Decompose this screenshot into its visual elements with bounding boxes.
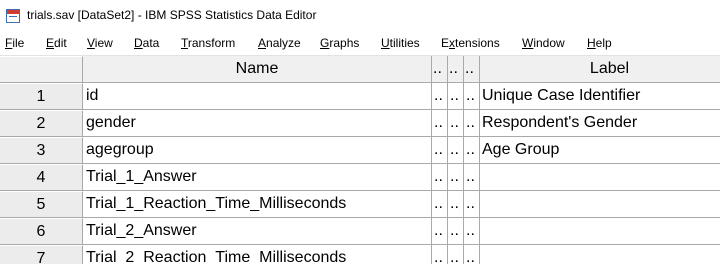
menu-file[interactable]: File bbox=[5, 35, 24, 51]
variable-attribute-cell[interactable]: .. bbox=[464, 137, 480, 164]
menu-view[interactable]: View bbox=[87, 35, 113, 51]
variable-view-grid: Name...... Label 1 id...... Unique Case Iden… bbox=[0, 56, 720, 264]
column-header-truncated[interactable]: .. bbox=[448, 56, 464, 83]
menu-extensions[interactable]: Extensions bbox=[441, 35, 500, 51]
variable-name-cell[interactable]: Trial_2_Answer bbox=[83, 218, 432, 245]
variable-name-cell[interactable]: id bbox=[83, 83, 432, 110]
variable-label-cell[interactable]: Age Group bbox=[480, 137, 720, 164]
variable-attribute-cell[interactable]: .. bbox=[464, 110, 480, 137]
menu-analyze[interactable]: Analyze bbox=[258, 35, 301, 51]
variable-attribute-cell[interactable]: .. bbox=[464, 164, 480, 191]
variable-attribute-cell[interactable]: .. bbox=[464, 83, 480, 110]
spss-data-file-icon bbox=[6, 9, 20, 23]
menu-data[interactable]: Data bbox=[134, 35, 159, 51]
menu-edit[interactable]: Edit bbox=[46, 35, 67, 51]
variable-row: 2 gender...... Respondent's Gender bbox=[0, 110, 720, 137]
variable-label-cell[interactable] bbox=[480, 164, 720, 191]
menu-window[interactable]: Window bbox=[522, 35, 565, 51]
variable-attribute-cell[interactable]: .. bbox=[432, 110, 448, 137]
variable-name-cell[interactable]: agegroup bbox=[83, 137, 432, 164]
row-number-header[interactable]: 5 bbox=[0, 191, 83, 218]
variable-attribute-cell[interactable]: .. bbox=[432, 218, 448, 245]
variable-attribute-cell[interactable]: .. bbox=[432, 245, 448, 264]
variable-attribute-cell[interactable]: .. bbox=[448, 164, 464, 191]
variable-row: 7 Trial_2_Reaction_Time_Milliseconds.....… bbox=[0, 245, 720, 264]
variable-label-cell[interactable] bbox=[480, 245, 720, 264]
menu-help[interactable]: Help bbox=[587, 35, 612, 51]
row-number-header[interactable]: 4 bbox=[0, 164, 83, 191]
title-bar: trials.sav [DataSet2] - IBM SPSS Statist… bbox=[0, 0, 720, 32]
variable-attribute-cell[interactable]: .. bbox=[464, 191, 480, 218]
menu-bar: File Edit View Data Transform Analyze Graphs Ut… bbox=[0, 33, 720, 56]
variable-row: 5 Trial_1_Reaction_Time_Milliseconds.....… bbox=[0, 191, 720, 218]
variable-label-cell[interactable] bbox=[480, 218, 720, 245]
variable-attribute-cell[interactable]: .. bbox=[432, 83, 448, 110]
variable-attribute-cell[interactable]: .. bbox=[432, 137, 448, 164]
column-header-label[interactable]: Label bbox=[480, 56, 720, 83]
variable-label-cell[interactable] bbox=[480, 191, 720, 218]
variable-attribute-cell[interactable]: .. bbox=[448, 245, 464, 264]
variable-attribute-cell[interactable]: .. bbox=[448, 110, 464, 137]
row-number-header[interactable]: 2 bbox=[0, 110, 83, 137]
variable-attribute-cell[interactable]: .. bbox=[432, 191, 448, 218]
column-header-name[interactable]: Name bbox=[83, 56, 432, 83]
row-number-header[interactable]: 3 bbox=[0, 137, 83, 164]
variable-attribute-cell[interactable]: .. bbox=[448, 191, 464, 218]
variable-attribute-cell[interactable]: .. bbox=[448, 137, 464, 164]
variable-label-cell[interactable]: Respondent's Gender bbox=[480, 110, 720, 137]
row-number-header[interactable]: 1 bbox=[0, 83, 83, 110]
variable-name-cell[interactable]: gender bbox=[83, 110, 432, 137]
variable-row: 1 id...... Unique Case Identifier bbox=[0, 83, 720, 110]
variable-attribute-cell[interactable]: .. bbox=[432, 164, 448, 191]
row-number-header[interactable]: 7 bbox=[0, 245, 83, 264]
variable-attribute-cell[interactable]: .. bbox=[464, 218, 480, 245]
menu-transform[interactable]: Transform bbox=[181, 35, 235, 51]
variable-attribute-cell[interactable]: .. bbox=[448, 83, 464, 110]
grid-corner[interactable] bbox=[0, 56, 83, 83]
column-header-truncated[interactable]: .. bbox=[464, 56, 480, 83]
variable-attribute-cell[interactable]: .. bbox=[448, 218, 464, 245]
variable-row: 3 agegroup...... Age Group bbox=[0, 137, 720, 164]
variable-name-cell[interactable]: Trial_1_Answer bbox=[83, 164, 432, 191]
variable-name-cell[interactable]: Trial_2_Reaction_Time_Milliseconds bbox=[83, 245, 432, 264]
window-title: trials.sav [DataSet2] - IBM SPSS Statist… bbox=[27, 8, 317, 22]
variable-attribute-cell[interactable]: .. bbox=[464, 245, 480, 264]
column-header-truncated[interactable]: .. bbox=[432, 56, 448, 83]
variable-label-cell[interactable]: Unique Case Identifier bbox=[480, 83, 720, 110]
variable-name-cell[interactable]: Trial_1_Reaction_Time_Milliseconds bbox=[83, 191, 432, 218]
menu-graphs[interactable]: Graphs bbox=[320, 35, 359, 51]
row-number-header[interactable]: 6 bbox=[0, 218, 83, 245]
menu-utilities[interactable]: Utilities bbox=[381, 35, 420, 51]
variable-row: 6 Trial_2_Answer...... bbox=[0, 218, 720, 245]
variable-row: 4 Trial_1_Answer...... bbox=[0, 164, 720, 191]
column-header-row: Name...... Label bbox=[0, 56, 720, 83]
